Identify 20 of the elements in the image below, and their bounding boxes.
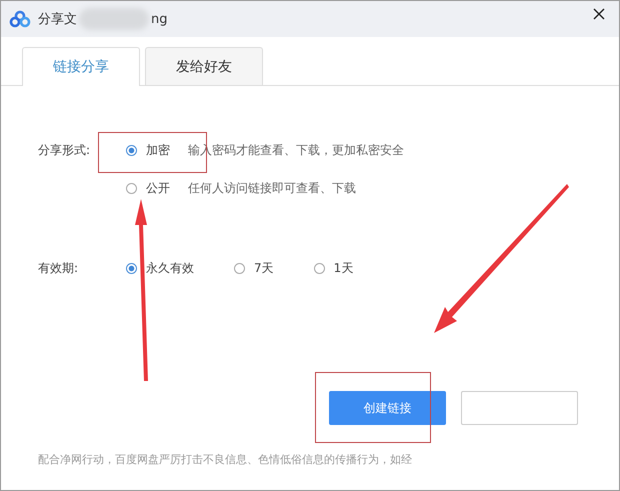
option-description: 任何人访问链接即可查看、下载 xyxy=(188,180,356,196)
radio-button[interactable] xyxy=(314,262,325,274)
window-title-tail: ng xyxy=(151,12,168,26)
window-title: 分享文 xyxy=(38,11,77,28)
tab[interactable]: 链接分享 xyxy=(22,47,140,86)
notice-text: 配合净网行动，百度网盘严厉打击不良信息、色情低俗信息的传播行为，如经 xyxy=(38,452,413,467)
option-label[interactable]: 永久有效 xyxy=(146,260,194,276)
radio-button[interactable] xyxy=(126,262,137,274)
radio-button[interactable] xyxy=(126,182,137,194)
radio-button[interactable] xyxy=(126,144,137,156)
close-icon[interactable] xyxy=(593,8,605,20)
option-label[interactable]: 7天 xyxy=(254,260,274,276)
radio-button[interactable] xyxy=(234,262,245,274)
option-label[interactable]: 加密 xyxy=(146,142,188,158)
field-label: 分享形式: xyxy=(38,142,92,158)
cloud-logo-icon xyxy=(9,10,31,28)
field-label: 有效期: xyxy=(38,260,80,276)
option-label[interactable]: 1天 xyxy=(334,260,354,276)
option-label[interactable]: 公开 xyxy=(146,180,188,196)
tab[interactable]: 发给好友 xyxy=(145,47,263,85)
